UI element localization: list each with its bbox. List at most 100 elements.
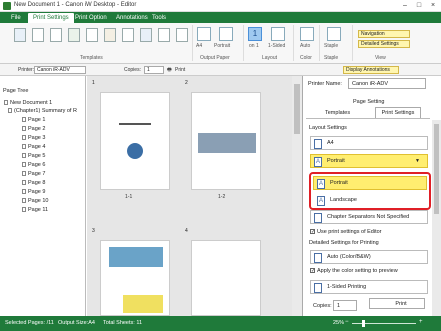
settings-pane: Printer Name: Canon iR-ADV Page Setting … [302,76,441,316]
detailed-settings-toggle[interactable]: Detailed Settings [358,40,410,48]
group-label-templates: Templates [80,55,103,61]
output-size-status: Output Size:A4 [58,320,95,326]
page-preview[interactable] [100,240,170,316]
paper-size-select[interactable]: A4 [310,136,428,150]
color-mode-select[interactable]: Auto (Color/B&W) [310,250,428,264]
orientation-icon[interactable] [219,27,233,41]
template-thumb-1[interactable] [14,28,26,42]
chapter-separators-select[interactable]: Chapter Separators Not Specified [310,210,428,224]
minimize-icon[interactable]: – [399,1,411,10]
toolbar-print-button[interactable]: Print [175,67,185,73]
printer-select[interactable]: Canon iR-ADV [34,66,86,74]
apply-color-preview-checkbox[interactable]: ✓ Apply the color setting to preview [310,268,398,274]
close-icon[interactable]: × [427,1,439,10]
print-sides-label[interactable]: 1-Sided [268,43,285,49]
tab-templates[interactable]: Templates [325,110,350,116]
tab-print-settings-pane[interactable]: Print Settings [375,107,421,118]
pane-copies-input[interactable]: 1 [333,300,357,311]
landscape-icon: A [317,196,325,206]
orientation-select[interactable]: A Portrait [310,154,428,168]
ribbon: Templates A4 Portrait Output Paper 1 on … [0,23,441,64]
canvas-scrollbar[interactable] [292,76,302,316]
scrollbar-thumb[interactable] [434,124,439,214]
print-sides-icon[interactable] [271,27,285,41]
ribbon-divider [319,25,320,61]
tree-page-item[interactable]: Page 6 [22,162,45,168]
settings-scrollbar[interactable] [432,120,441,316]
page-preview[interactable] [191,92,261,190]
scrollbar-thumb[interactable] [294,84,300,134]
copies-input[interactable]: 1 [144,66,164,74]
tree-page-item[interactable]: Page 5 [22,153,45,159]
template-thumb-9[interactable] [158,28,170,42]
tree-root-item[interactable]: New Document 1 [4,100,52,106]
template-thumb-2[interactable] [32,28,44,42]
group-label-layout: Layout [262,55,278,61]
preview-canvas[interactable]: 1 1-1 2 1-2 3 4 [87,76,302,316]
template-thumb-10[interactable] [176,28,188,42]
template-thumb-4[interactable] [68,28,80,42]
tree-page-label: Page 5 [28,153,46,159]
tab-print-settings[interactable]: Print Settings [28,13,74,23]
orientation-label[interactable]: Portrait [214,43,230,49]
color-mode-label[interactable]: Auto [300,43,310,49]
portrait-icon: A [317,179,325,189]
tab-print-option[interactable]: Print Option [70,13,112,23]
printer-name-select[interactable]: Canon iR-ADV [348,78,426,89]
chapter-icon [8,108,12,114]
use-print-settings-checkbox[interactable]: ✓ Use print settings of Editor [310,229,382,235]
page-preview[interactable] [100,92,170,190]
layout-settings-label: Layout Settings [309,125,347,131]
tree-page-item[interactable]: Page 4 [22,144,45,150]
ribbon-divider [243,25,244,61]
tree-page-item[interactable]: Page 10 [22,198,49,204]
zoom-out-icon[interactable]: − [345,319,349,325]
color-mode-icon[interactable] [300,27,314,41]
template-thumb-6[interactable] [104,28,116,42]
page-preview[interactable] [191,240,261,316]
tab-file[interactable]: File [6,13,26,23]
page-heading-bar [119,123,151,125]
page-icon [22,189,26,195]
staple-label[interactable]: Staple [324,43,338,49]
template-thumb-5[interactable] [86,28,98,42]
pane-print-button[interactable]: Print [369,298,425,309]
staple-icon[interactable] [327,27,341,41]
orientation-option-portrait[interactable]: A Portrait [313,176,427,190]
tree-chapter-item[interactable]: (Chapter1) Summary of R [8,108,77,114]
paper-size-label[interactable]: A4 [196,43,202,49]
pages-per-sheet-label[interactable]: on 1 [249,43,259,49]
zoom-slider-thumb[interactable] [362,320,365,327]
tree-page-item[interactable]: Page 3 [22,135,45,141]
paper-size-value: A4 [327,140,334,146]
tree-page-item[interactable]: Page 1 [22,117,45,123]
template-thumb-7[interactable] [122,28,134,42]
tree-page-item[interactable]: Page 11 [22,207,48,213]
separator-icon [314,213,322,223]
tree-page-item[interactable]: Page 8 [22,180,45,186]
page-icon [22,117,26,123]
print-sides-select[interactable]: 1-Sided Printing [310,280,428,294]
status-bar: Selected Pages: /11 Output Size:A4 Total… [0,316,441,331]
display-annotations-toggle[interactable]: Display Annotations [343,66,399,74]
zoom-in-icon[interactable]: + [419,319,423,325]
tree-page-label: Page 7 [28,171,46,177]
tree-page-item[interactable]: Page 9 [22,189,45,195]
tree-page-label: Page 9 [28,189,46,195]
template-thumb-3[interactable] [50,28,62,42]
option-label: Landscape [330,197,357,203]
ribbon-divider [192,25,193,61]
navigation-toggle[interactable]: Navigation [358,30,410,38]
pages-per-sheet-button[interactable]: 1 [248,27,262,41]
page-number: 3 [92,228,95,234]
page-icon [22,162,26,168]
tab-tools[interactable]: Tools [147,13,171,23]
print-icon[interactable]: 🖶 [167,67,172,75]
maximize-icon[interactable]: □ [413,1,425,10]
page-number: 1 [92,80,95,86]
template-thumb-8[interactable] [140,28,152,42]
tree-page-item[interactable]: Page 2 [22,126,45,132]
paper-size-icon[interactable] [197,27,211,41]
tree-page-item[interactable]: Page 7 [22,171,45,177]
orientation-option-landscape[interactable]: A Landscape [313,193,427,207]
